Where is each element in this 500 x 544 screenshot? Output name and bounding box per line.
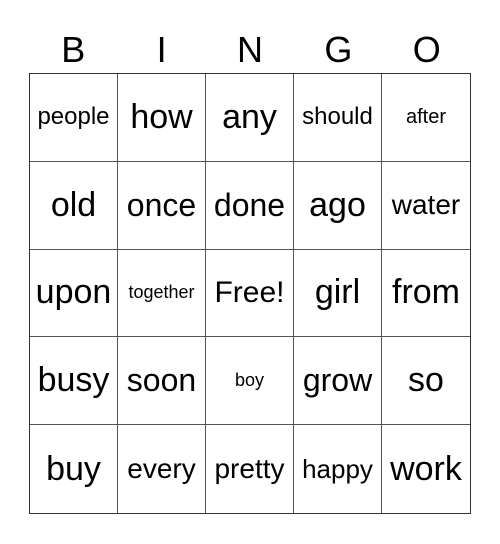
bingo-cell[interactable]: once — [118, 161, 206, 250]
header-letter-o: O — [412, 29, 441, 70]
free-space-cell[interactable]: Free! — [206, 249, 294, 338]
bingo-card: people how any should after old once don… — [29, 73, 471, 514]
header-letter-i: I — [156, 29, 167, 70]
bingo-cell[interactable]: pretty — [206, 425, 294, 513]
bingo-cell[interactable]: ago — [294, 161, 382, 250]
bingo-cell[interactable]: done — [206, 161, 294, 250]
bingo-cell[interactable]: so — [382, 337, 470, 426]
bingo-cell[interactable]: soon — [118, 337, 206, 426]
bingo-cell[interactable]: from — [382, 250, 470, 338]
header-letter-g: G — [324, 29, 353, 70]
bingo-cell[interactable]: should — [294, 74, 382, 162]
bingo-cell[interactable]: buy — [30, 425, 118, 513]
bingo-cell[interactable]: old — [30, 161, 118, 250]
bingo-cell[interactable]: together — [118, 249, 206, 338]
bingo-cell[interactable]: water — [382, 162, 470, 250]
header-letter-n: N — [236, 29, 263, 70]
bingo-header: B I N G O — [29, 28, 471, 72]
bingo-cell[interactable]: people — [30, 74, 118, 162]
bingo-cell[interactable]: upon — [30, 249, 118, 338]
bingo-cell[interactable]: any — [206, 74, 294, 162]
bingo-cell[interactable]: girl — [294, 249, 382, 338]
bingo-cell[interactable]: grow — [294, 337, 382, 426]
bingo-cell[interactable]: after — [382, 74, 470, 162]
bingo-cell[interactable]: happy — [294, 425, 382, 513]
bingo-cell[interactable]: work — [382, 425, 470, 513]
bingo-cell[interactable]: busy — [30, 337, 118, 426]
header-letter-b: B — [61, 29, 86, 70]
bingo-cell[interactable]: every — [118, 425, 206, 513]
bingo-cell[interactable]: how — [118, 74, 206, 162]
bingo-cell[interactable]: boy — [206, 337, 294, 426]
